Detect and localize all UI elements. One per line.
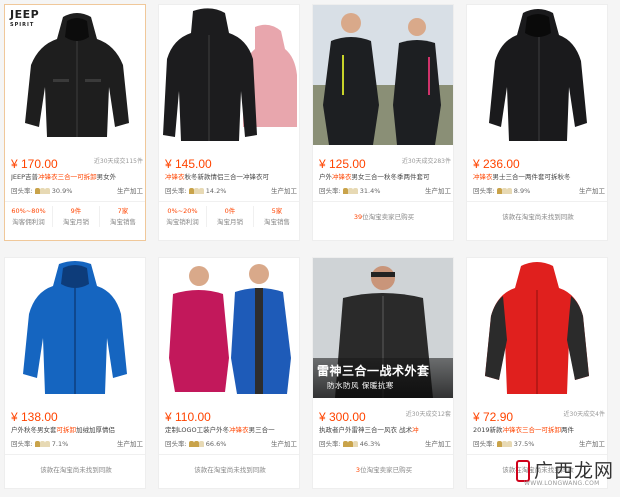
product-image[interactable] <box>467 258 607 398</box>
repeat-rate-row: 回头率: 31.4% 生产加工 <box>319 187 451 195</box>
product-card[interactable]: ¥ 138.00 户外秋冬男女套可拆卸加绒加厚情侣 回头率: 7.1% 生产加工 … <box>4 257 146 489</box>
repeat-rate-row: 回头率: 37.5% 生产加工 <box>473 440 605 448</box>
sold-count: 近30天成交283件 <box>401 158 451 165</box>
product-image[interactable]: JEEP SPIRIT <box>5 5 145 145</box>
product-grid: JEEP SPIRIT ¥ 170.00 近30天成交115件 JEEP吉普冲锋衣三… <box>0 0 620 497</box>
rating-icon <box>342 441 358 447</box>
buyer-count: 39位淘宝卖家已购买 <box>313 201 453 231</box>
product-card[interactable]: ¥ 110.00 定制LOGO工装户外冬冲锋衣男三合一 回头率: 66.6% 生产… <box>158 257 300 489</box>
rating-icon <box>188 188 204 194</box>
sold-count: 近30天成交4件 <box>563 411 605 418</box>
product-title[interactable]: 执政者户外雷神三合一风衣 战术冲 <box>319 424 453 434</box>
repeat-rate-row: 回头率: 66.6% 生产加工 <box>165 440 297 448</box>
repeat-rate-row: 回头率: 30.9% 生产加工 <box>11 187 143 195</box>
product-image[interactable] <box>467 5 607 145</box>
brand-logo: JEEP SPIRIT <box>10 8 40 28</box>
stats-row: 0%~20% 淘宝销利润 0件 淘宝月销 5家 淘宝销售 <box>159 201 299 235</box>
rating-icon <box>34 441 50 447</box>
site-watermark: 广西龙网 WWW.LONGWANG.COM <box>510 450 618 490</box>
product-title[interactable]: 冲锋衣秋冬新款情侣三合一冲锋衣可 <box>165 171 299 181</box>
repeat-rate-row: 回头率: 46.3% 生产加工 <box>319 440 451 448</box>
price: ¥ 300.00 <box>319 410 366 424</box>
price: ¥ 236.00 <box>473 157 520 171</box>
price: ¥ 125.00 <box>319 157 366 171</box>
sold-count: 近30天成交115件 <box>93 158 143 165</box>
price: ¥ 145.00 <box>165 157 212 171</box>
product-image[interactable]: 雷神三合一战术外套 防水防风 保暖抗寒 <box>313 258 453 398</box>
product-title[interactable]: 冲锋衣男士三合一两件套可拆秋冬 <box>473 171 607 181</box>
product-card[interactable]: JEEP SPIRIT ¥ 170.00 近30天成交115件 JEEP吉普冲锋衣三… <box>4 4 146 241</box>
watermark-logo-icon <box>516 460 530 482</box>
price: ¥ 170.00 <box>11 157 58 171</box>
repeat-rate-row: 回头率: 14.2% 生产加工 <box>165 187 297 195</box>
buyer-count: 该款在淘宝尚未找到同款 <box>159 454 299 484</box>
product-image[interactable] <box>5 258 145 398</box>
product-image[interactable] <box>159 5 299 145</box>
rating-icon <box>188 441 204 447</box>
product-title[interactable]: 2019新款冲锋衣三合一可拆卸两件 <box>473 424 607 434</box>
product-title[interactable]: JEEP吉普冲锋衣三合一可拆卸男女外 <box>11 171 145 181</box>
promo-banner: 雷神三合一战术外套 防水防风 保暖抗寒 <box>313 358 453 398</box>
price: ¥ 110.00 <box>165 410 211 424</box>
product-title[interactable]: 户外秋冬男女套可拆卸加绒加厚情侣 <box>11 424 145 434</box>
price: ¥ 138.00 <box>11 410 58 424</box>
sold-count: 近30天成交12套 <box>405 411 451 418</box>
product-image[interactable] <box>159 258 299 398</box>
product-card[interactable]: ¥ 145.00 冲锋衣秋冬新款情侣三合一冲锋衣可 回头率: 14.2% 生产加工… <box>158 4 300 241</box>
product-card[interactable]: ¥ 236.00 冲锋衣男士三合一两件套可拆秋冬 回头率: 8.9% 生产加工 该… <box>466 4 608 241</box>
buyer-count: 该款在淘宝尚未找到同款 <box>467 201 607 231</box>
repeat-rate-row: 回头率: 7.1% 生产加工 <box>11 440 143 448</box>
rating-icon <box>496 188 512 194</box>
product-card[interactable]: ¥ 125.00 近30天成交283件 户外冲锋衣男女三合一秋冬季两件套可 回头率… <box>312 4 454 241</box>
buyer-count: 该款在淘宝尚未找到同款 <box>5 454 145 484</box>
repeat-rate-row: 回头率: 8.9% 生产加工 <box>473 187 605 195</box>
product-card[interactable]: 雷神三合一战术外套 防水防风 保暖抗寒 ¥ 300.00 近30天成交12套 执政… <box>312 257 454 489</box>
rating-icon <box>342 188 358 194</box>
rating-icon <box>34 188 50 194</box>
product-image[interactable] <box>313 5 453 145</box>
price: ¥ 72.90 <box>473 410 514 424</box>
stats-row: 60%~80% 淘客佣利润 9件 淘宝月销 7家 淘宝销售 <box>5 201 145 235</box>
rating-icon <box>496 441 512 447</box>
buyer-count: 3位淘宝卖家已购买 <box>313 454 453 484</box>
product-title[interactable]: 定制LOGO工装户外冬冲锋衣男三合一 <box>165 424 299 434</box>
product-title[interactable]: 户外冲锋衣男女三合一秋冬季两件套可 <box>319 171 453 181</box>
